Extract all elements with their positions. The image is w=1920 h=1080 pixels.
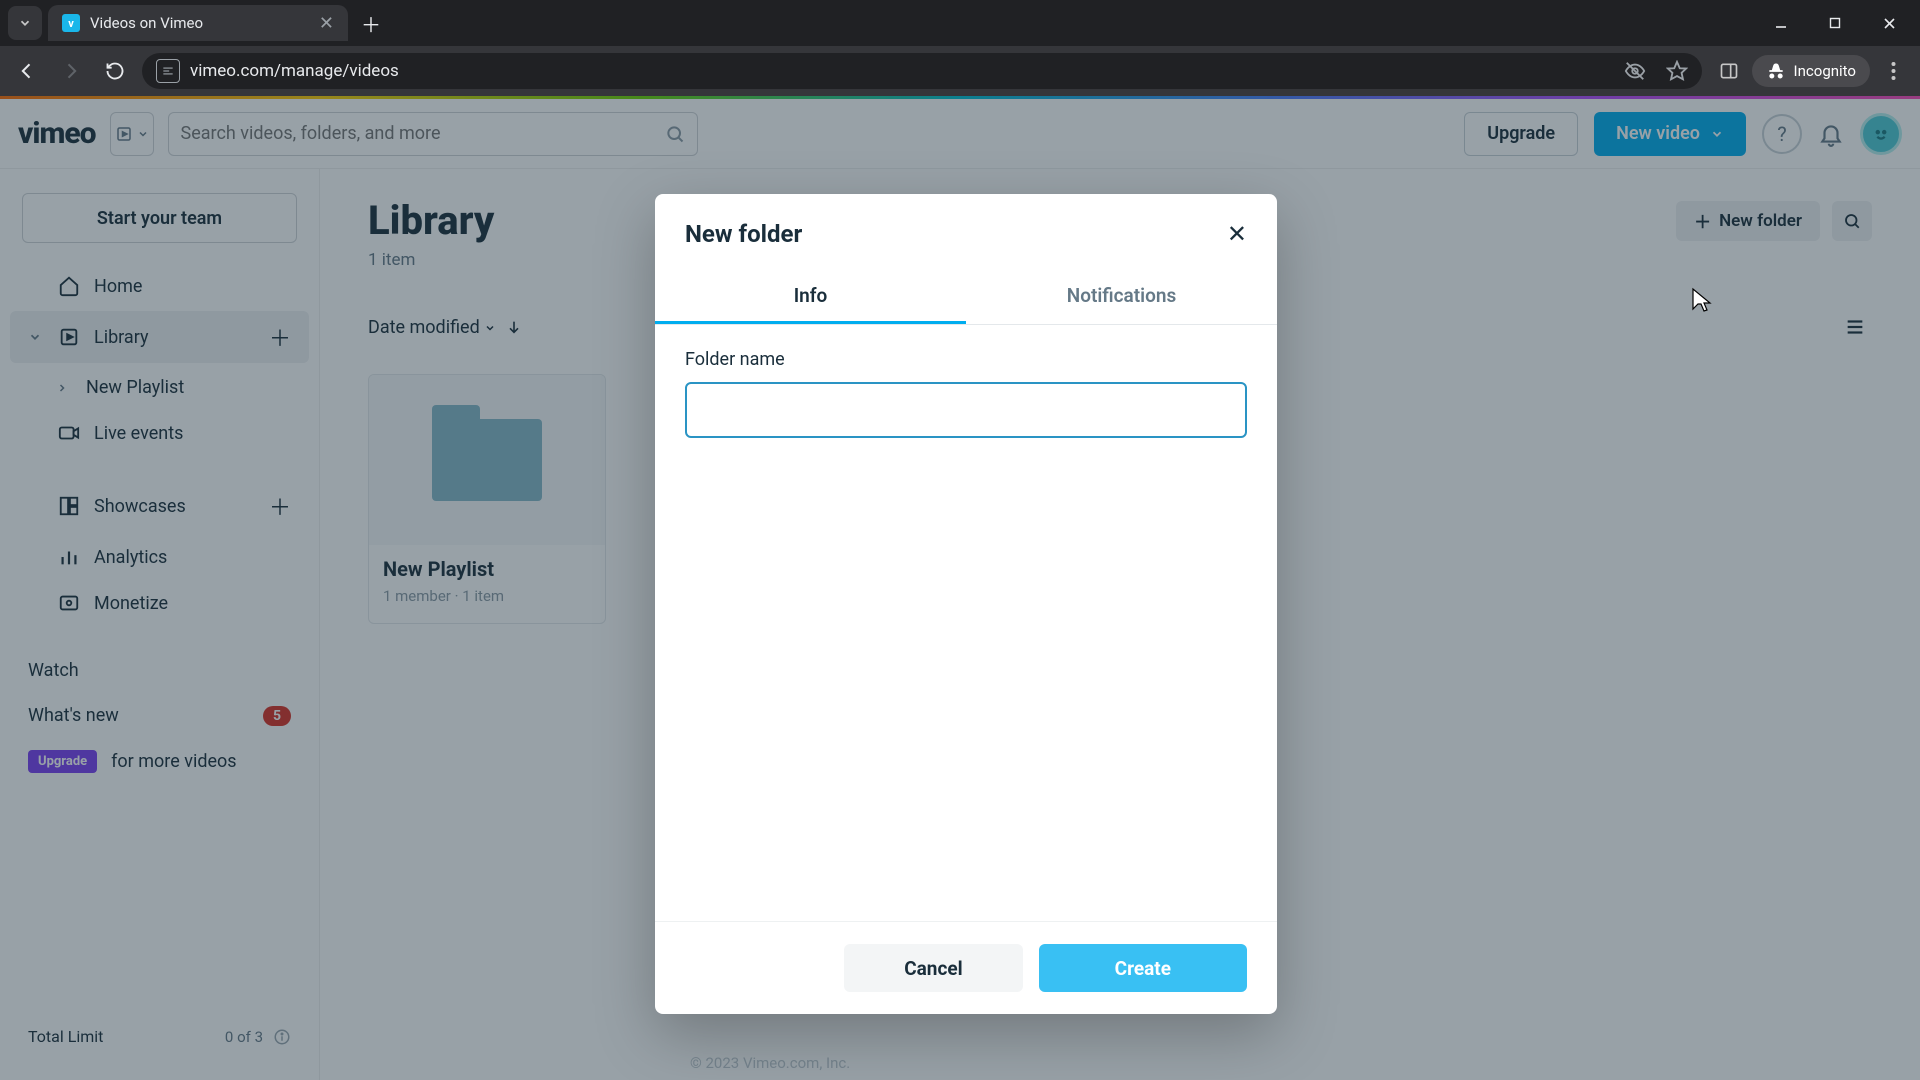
maximize-button[interactable] bbox=[1812, 5, 1858, 41]
minimize-button[interactable] bbox=[1758, 5, 1804, 41]
reload-button[interactable] bbox=[98, 54, 132, 88]
bookmark-icon[interactable] bbox=[1666, 60, 1688, 82]
folder-name-label: Folder name bbox=[685, 349, 1247, 370]
create-button[interactable]: Create bbox=[1039, 944, 1247, 992]
close-tab-button[interactable]: ✕ bbox=[319, 13, 334, 34]
incognito-label: Incognito bbox=[1794, 62, 1856, 80]
cancel-button[interactable]: Cancel bbox=[844, 944, 1022, 992]
browser-menu-button[interactable] bbox=[1876, 54, 1910, 88]
browser-toolbar: vimeo.com/manage/videos Incognito bbox=[0, 46, 1920, 96]
tab-title: Videos on Vimeo bbox=[90, 14, 309, 32]
address-bar[interactable]: vimeo.com/manage/videos bbox=[142, 53, 1702, 89]
window-controls bbox=[1758, 5, 1912, 41]
browser-tab[interactable]: v Videos on Vimeo ✕ bbox=[48, 5, 348, 41]
side-panel-icon[interactable] bbox=[1712, 54, 1746, 88]
forward-button[interactable] bbox=[54, 54, 88, 88]
site-info-icon[interactable] bbox=[156, 59, 180, 83]
page-root: vimeo Upgrade New video ? Start your tea… bbox=[0, 96, 1920, 1080]
incognito-badge[interactable]: Incognito bbox=[1752, 55, 1870, 87]
tab-notifications[interactable]: Notifications bbox=[966, 270, 1277, 324]
eye-off-icon[interactable] bbox=[1624, 60, 1646, 82]
close-modal-button[interactable]: ✕ bbox=[1227, 220, 1247, 248]
back-button[interactable] bbox=[10, 54, 44, 88]
new-folder-modal: New folder ✕ Info Notifications Folder n… bbox=[655, 194, 1277, 1014]
modal-title: New folder bbox=[685, 220, 802, 248]
tab-info[interactable]: Info bbox=[655, 270, 966, 324]
url-text: vimeo.com/manage/videos bbox=[190, 61, 399, 81]
incognito-icon bbox=[1766, 61, 1786, 81]
browser-tab-strip: v Videos on Vimeo ✕ ＋ bbox=[0, 0, 1920, 46]
new-tab-button[interactable]: ＋ bbox=[356, 8, 386, 38]
tab-search-button[interactable] bbox=[8, 6, 42, 40]
folder-name-input[interactable] bbox=[685, 382, 1247, 438]
modal-tabs: Info Notifications bbox=[655, 270, 1277, 325]
vimeo-favicon-icon: v bbox=[62, 14, 80, 32]
close-window-button[interactable] bbox=[1866, 5, 1912, 41]
